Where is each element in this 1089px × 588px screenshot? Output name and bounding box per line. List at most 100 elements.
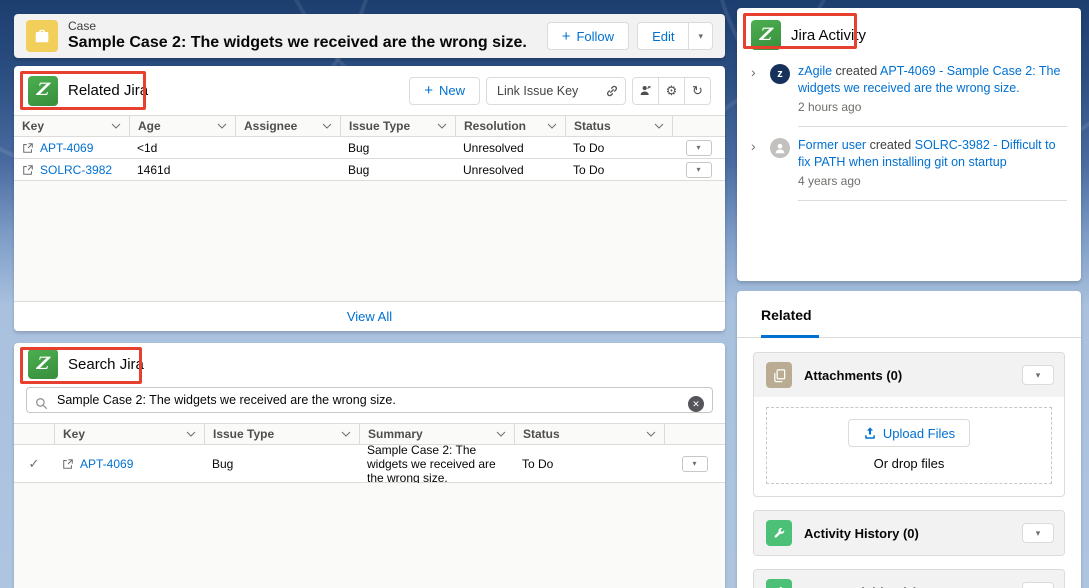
age-cell: 1461d <box>129 163 235 177</box>
issue-key-link[interactable]: APT-4069 <box>40 141 93 155</box>
external-link-icon[interactable] <box>22 142 34 154</box>
case-icon <box>26 20 58 52</box>
attachment-file-icon <box>766 362 792 388</box>
activity-verb: created <box>836 64 878 78</box>
column-header-issue-type[interactable]: Issue Type <box>340 116 455 136</box>
selected-check-icon[interactable]: ✓ <box>14 457 54 471</box>
avatar: z <box>770 64 790 84</box>
resolution-cell: Unresolved <box>455 163 565 177</box>
external-link-icon[interactable] <box>22 164 34 176</box>
search-jira-title: Search Jira <box>68 356 144 373</box>
summary-cell: Sample Case 2: The widgets we received a… <box>359 440 514 488</box>
divider <box>798 200 1067 201</box>
zagile-icon: Z <box>751 20 781 50</box>
card-actions-button[interactable]: ▾ <box>1022 582 1054 588</box>
row-actions-button[interactable]: ▾ <box>686 140 712 156</box>
view-all-link[interactable]: View All <box>347 309 392 324</box>
plus-icon: + <box>562 29 571 44</box>
empty-table-area <box>14 181 725 301</box>
row-actions-button[interactable]: ▾ <box>682 456 708 472</box>
column-header-status[interactable]: Status <box>565 116 672 136</box>
chevron-down-icon[interactable] <box>646 431 656 437</box>
activity-timestamp: 2 hours ago <box>798 100 1067 114</box>
related-jira-panel: Z Related Jira + New ⚙ <box>14 66 725 331</box>
file-dropzone[interactable]: Upload Files Or drop files <box>766 407 1052 484</box>
column-header-assignee[interactable]: Assignee <box>235 116 340 136</box>
column-header-actions <box>672 116 725 136</box>
activity-history-card-title: Activity History (0) <box>804 526 919 541</box>
case-header-panel: Case Sample Case 2: The widgets we recei… <box>14 14 725 58</box>
related-jira-table-header: Key Age Assignee Issue Type Resolution S… <box>14 115 725 137</box>
new-issue-button[interactable]: + New <box>409 77 480 105</box>
external-link-icon[interactable] <box>62 458 74 470</box>
jira-search-input[interactable] <box>26 387 713 413</box>
column-header-key[interactable]: Key <box>54 424 204 444</box>
column-header-age[interactable]: Age <box>129 116 235 136</box>
chevron-down-icon[interactable] <box>496 431 506 437</box>
related-jira-title: Related Jira <box>68 82 148 99</box>
follow-button[interactable]: + Follow <box>547 22 629 50</box>
chevron-right-icon[interactable]: › <box>751 63 762 127</box>
open-activities-card-header: Open Activities (0) ▾ <box>754 570 1064 588</box>
row-actions-button[interactable]: ▾ <box>686 162 712 178</box>
card-actions-button[interactable]: ▾ <box>1022 523 1054 543</box>
active-tab-indicator <box>761 335 819 338</box>
age-cell: <1d <box>129 141 235 155</box>
chevron-down-icon[interactable] <box>322 123 332 129</box>
attachments-card-header: Attachments (0) ▾ <box>754 353 1064 397</box>
jira-activity-panel: Z Jira Activity › z zAgile created APT-4… <box>737 8 1081 281</box>
caret-down-icon: ▾ <box>698 32 703 41</box>
zagile-icon: Z <box>28 349 58 379</box>
issue-type-cell: Bug <box>204 457 359 471</box>
activity-history-card-header: Activity History (0) ▾ <box>754 511 1064 555</box>
gear-icon: ⚙ <box>666 83 678 99</box>
clear-search-icon[interactable]: ✕ <box>688 396 704 412</box>
settings-gear-button[interactable]: ⚙ <box>658 77 685 105</box>
issue-key-link[interactable]: SOLRC-3982 <box>40 163 112 177</box>
activity-actor-link[interactable]: Former user <box>798 138 866 152</box>
chevron-down-icon[interactable] <box>654 123 664 129</box>
edit-button[interactable]: Edit <box>637 22 689 50</box>
assign-user-button[interactable] <box>632 77 659 105</box>
edit-dropdown-button[interactable]: ▾ <box>688 22 713 50</box>
status-cell: To Do <box>514 457 664 471</box>
activity-timestamp: 4 years ago <box>798 174 1067 188</box>
activity-actor-link[interactable]: zAgile <box>798 64 832 78</box>
plus-icon: + <box>424 83 433 98</box>
issue-type-cell: Bug <box>340 141 455 155</box>
column-header-status[interactable]: Status <box>514 424 664 444</box>
search-jira-panel: Z Search Jira ✕ Key Issue Type Summary <box>14 343 725 588</box>
link-icon[interactable] <box>605 84 619 98</box>
activity-verb: created <box>870 138 912 152</box>
chevron-down-icon[interactable] <box>186 431 196 437</box>
attachments-card-title: Attachments (0) <box>804 368 902 383</box>
issue-key-link[interactable]: APT-4069 <box>80 457 133 471</box>
search-icon <box>35 397 48 410</box>
page-title: Sample Case 2: The widgets we received a… <box>68 33 527 52</box>
caret-down-icon: ▾ <box>696 166 700 174</box>
tab-related[interactable]: Related <box>761 307 812 323</box>
chevron-down-icon[interactable] <box>437 123 447 129</box>
status-cell: To Do <box>565 141 672 155</box>
column-header-actions <box>664 424 725 444</box>
chevron-right-icon[interactable]: › <box>751 137 762 201</box>
table-row: ✓ APT-4069 Bug Sample Case 2: The widget… <box>14 445 725 483</box>
column-header-issue-type[interactable]: Issue Type <box>204 424 359 444</box>
attachments-card: Attachments (0) ▾ Upload Files Or drop f… <box>753 352 1065 497</box>
column-header-key[interactable]: Key <box>14 116 129 136</box>
related-panel: Related Attachments (0) ▾ <box>737 291 1081 588</box>
chevron-down-icon[interactable] <box>341 431 351 437</box>
chevron-down-icon[interactable] <box>111 123 121 129</box>
caret-down-icon: ▾ <box>1036 371 1041 380</box>
open-activities-card-title: Open Activities (0) <box>804 585 918 588</box>
card-actions-button[interactable]: ▾ <box>1022 365 1054 385</box>
empty-table-area <box>14 483 725 588</box>
object-type-label: Case <box>68 20 527 33</box>
chevron-down-icon[interactable] <box>547 123 557 129</box>
chevron-down-icon[interactable] <box>217 123 227 129</box>
drop-files-hint: Or drop files <box>874 456 945 471</box>
activity-history-card: Activity History (0) ▾ <box>753 510 1065 556</box>
column-header-resolution[interactable]: Resolution <box>455 116 565 136</box>
refresh-button[interactable]: ↻ <box>684 77 711 105</box>
upload-files-button[interactable]: Upload Files <box>848 419 970 447</box>
